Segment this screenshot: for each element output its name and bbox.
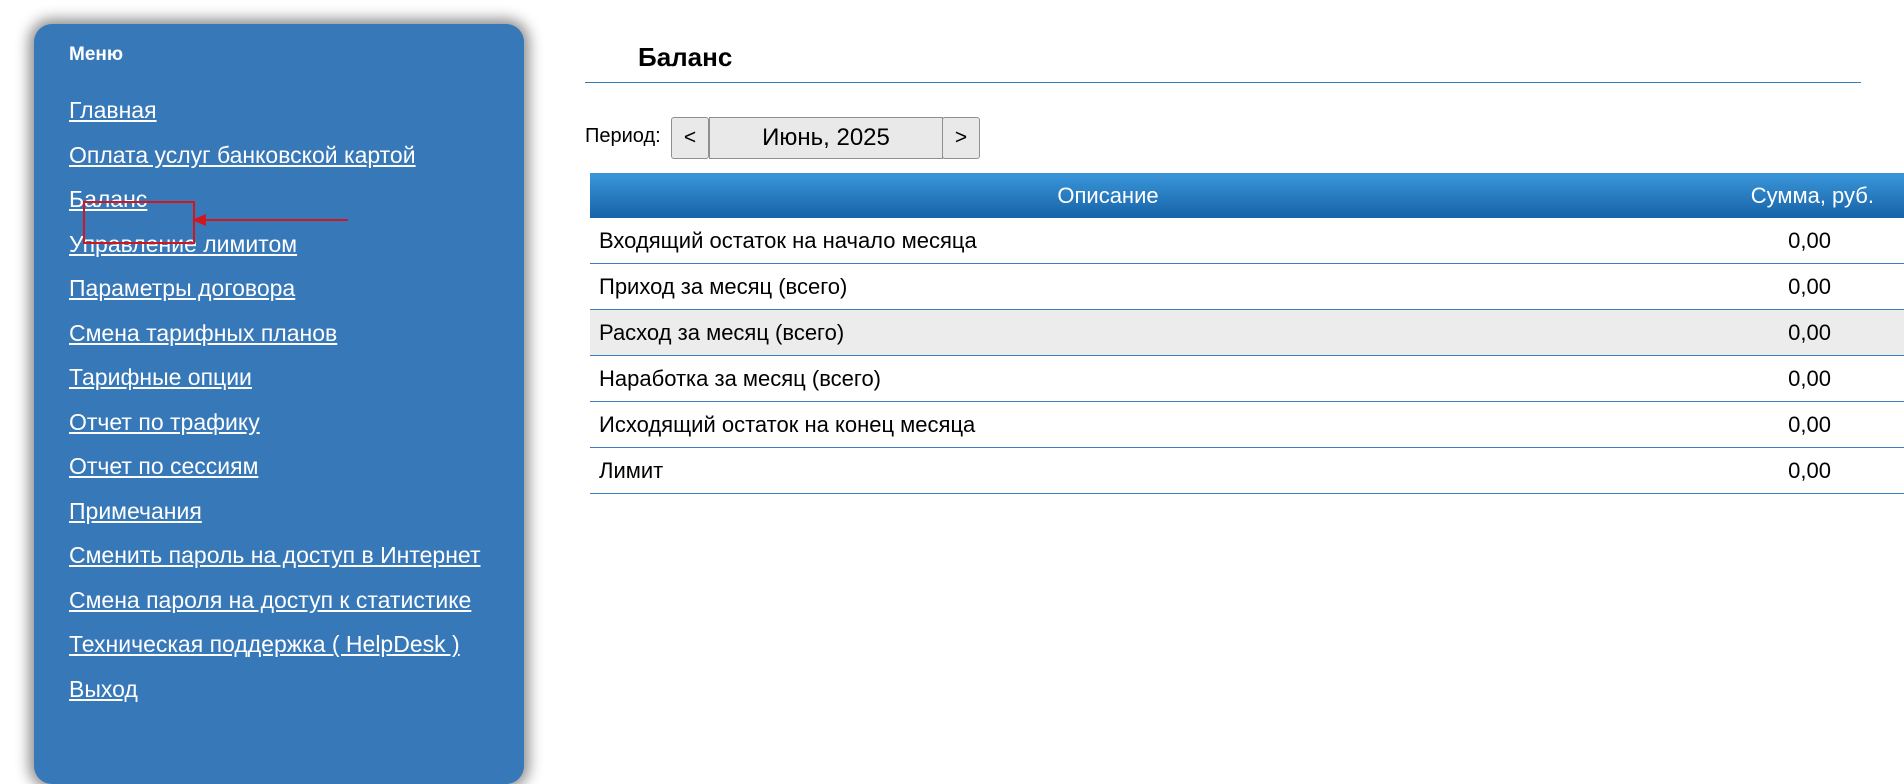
menu-link-home[interactable]: Главная [69, 97, 157, 123]
period-next-button[interactable]: > [942, 117, 980, 159]
row-description: Приход за месяц (всего) [590, 263, 1626, 310]
menu-list: Главная Оплата услуг банковской картой Б… [69, 96, 480, 719]
menu-item-tariff-options: Тарифные опции [69, 363, 480, 408]
column-header-description: Описание [590, 173, 1626, 218]
title-divider [585, 82, 1861, 83]
menu-link-logout[interactable]: Выход [69, 676, 138, 702]
period-label: Период: [585, 125, 661, 147]
menu-link-notes[interactable]: Примечания [69, 498, 202, 524]
table-header-row: Описание Сумма, руб. [590, 173, 1904, 218]
period-prev-button[interactable]: < [671, 117, 709, 159]
menu-item-notes: Примечания [69, 497, 480, 542]
table-row: Исходящий остаток на конец месяца 0,00 [590, 401, 1904, 448]
row-description: Расход за месяц (всего) [590, 309, 1626, 356]
table-row: Лимит 0,00 [590, 447, 1904, 494]
menu-item-home: Главная [69, 96, 480, 141]
row-description: Исходящий остаток на конец месяца [590, 401, 1626, 448]
column-header-amount: Сумма, руб. [1626, 173, 1904, 218]
menu-link-change-internet-password[interactable]: Сменить пароль на доступ в Интернет [69, 542, 480, 568]
menu-item-tariff-change: Смена тарифных планов [69, 319, 480, 364]
menu-title: Меню [69, 44, 124, 65]
row-amount: 0,00 [1626, 218, 1904, 264]
period-selector[interactable]: Июнь, 2025 [709, 117, 943, 159]
menu-item-sessions-report: Отчет по сессиям [69, 452, 480, 497]
row-description: Наработка за месяц (всего) [590, 355, 1626, 402]
row-amount: 0,00 [1626, 401, 1904, 448]
menu-link-tariff-options[interactable]: Тарифные опции [69, 364, 252, 390]
menu-link-sessions-report[interactable]: Отчет по сессиям [69, 453, 258, 479]
annotation-arrow-icon [192, 214, 348, 226]
menu-link-contract-parameters[interactable]: Параметры договора [69, 275, 295, 301]
row-amount: 0,00 [1626, 447, 1904, 494]
menu-item-contract-parameters: Параметры договора [69, 274, 480, 319]
menu-link-change-stats-password[interactable]: Смена пароля на доступ к статистике [69, 587, 471, 613]
menu-item-change-stats-password: Смена пароля на доступ к статистике [69, 586, 480, 631]
menu-link-traffic-report[interactable]: Отчет по трафику [69, 409, 260, 435]
table-row: Приход за месяц (всего) 0,00 [590, 263, 1904, 310]
menu-link-helpdesk[interactable]: Техническая поддержка ( HelpDesk ) [69, 631, 460, 657]
menu-item-logout: Выход [69, 675, 480, 720]
table-row: Наработка за месяц (всего) 0,00 [590, 355, 1904, 402]
page-title: Баланс [638, 42, 733, 72]
menu-item-card-payment: Оплата услуг банковской картой [69, 141, 480, 186]
sidebar-menu: Меню Главная Оплата услуг банковской кар… [34, 24, 524, 784]
table-row: Входящий остаток на начало месяца 0,00 [590, 218, 1904, 264]
row-description: Входящий остаток на начало месяца [590, 218, 1626, 264]
highlight-box [83, 201, 195, 244]
row-amount: 0,00 [1626, 263, 1904, 310]
menu-item-helpdesk: Техническая поддержка ( HelpDesk ) [69, 630, 480, 675]
menu-item-change-internet-password: Сменить пароль на доступ в Интернет [69, 541, 480, 586]
row-amount: 0,00 [1626, 309, 1904, 356]
menu-link-tariff-change[interactable]: Смена тарифных планов [69, 320, 337, 346]
row-description: Лимит [590, 447, 1626, 494]
balance-table: Описание Сумма, руб. Входящий остаток на… [590, 173, 1904, 494]
menu-link-card-payment[interactable]: Оплата услуг банковской картой [69, 142, 416, 168]
menu-item-traffic-report: Отчет по трафику [69, 408, 480, 453]
row-amount: 0,00 [1626, 355, 1904, 402]
table-row: Расход за месяц (всего) 0,00 [590, 309, 1904, 356]
